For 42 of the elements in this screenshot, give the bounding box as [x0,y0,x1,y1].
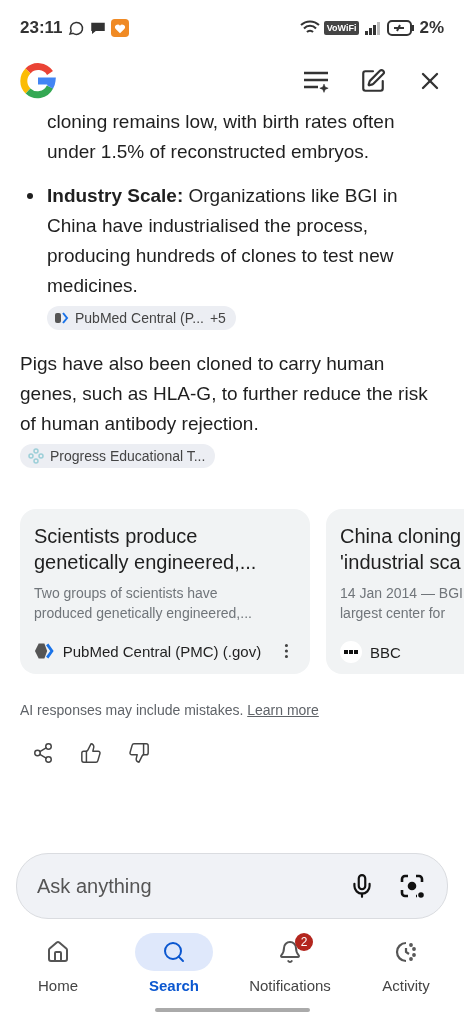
thumbs-up-icon[interactable] [80,742,102,764]
card-snippet: Two groups of scientists have produced genetically engineered,... [34,584,253,623]
nav-tab[interactable]: Activity [348,933,464,1003]
card-source: PubMed Central (PMC) (.gov) [62,642,262,660]
vowifi-badge: VoWiFi [323,20,360,35]
home-icon [46,940,70,964]
notification-badge: 2 [295,933,313,951]
battery-percent: 2% [419,17,444,38]
heart-app-icon [110,18,129,37]
disclaimer-text: AI responses may include mistakes. [20,702,244,718]
source-chip[interactable]: PubMed Central (P... +5 [47,306,236,331]
source-logo-icon [55,312,69,325]
source-card[interactable]: China cloning 'industrial sca 14 Jan 2014 — BGI largest center for BBC [326,509,464,674]
learn-more-link[interactable]: Learn more [247,702,319,718]
source-logo-icon [34,642,55,660]
source-chip[interactable]: Progress Educational T... [20,444,216,469]
camera-lens-icon[interactable] [399,873,425,899]
google-logo-icon [20,63,56,99]
clock-time: 23:11 [20,17,63,38]
source-logo-icon [340,641,362,663]
ask-field[interactable]: Ask anything [35,873,325,899]
source-card[interactable]: Scientists produce genetically engineered,... Two groups of scientists have produced genetically engineered,... PubMed Central (PMC) (.gov) [20,509,310,674]
edit-icon[interactable] [360,68,386,94]
answer-text: Industry Scale: Organizations like BGI in China have industrialised the process, producing hundreds of clones to test new medicines. [47,184,399,298]
share-icon[interactable] [32,742,54,764]
card-title: Scientists produce genetically engineered,... [34,524,258,575]
source-logo-icon [28,448,44,465]
search-icon [162,940,186,964]
card-source: BBC [370,643,401,661]
bullet-dot [27,193,33,199]
bell-icon [278,940,302,964]
answer-text: cloning remains low, with birth rates often under 1.5% of reconstructed embryos. [47,110,396,164]
battery-icon [387,19,416,36]
nav-tab[interactable]: 2 Notifications [232,933,348,1003]
nav-tab[interactable]: Home [0,933,116,1003]
thumbs-down-icon[interactable] [128,742,150,764]
card-snippet: 14 Jan 2014 — BGI largest center for [340,584,464,623]
nav-tab[interactable]: Search [116,933,232,1003]
ask-bar[interactable]: Ask anything [16,853,448,919]
activity-icon [394,940,418,964]
answer-paragraph: Pigs have also been cloned to carry human genes, such as HLA-G, to further reduce the risk of human antibody rejection. [20,352,429,436]
card-title: China cloning 'industrial sca [340,524,463,575]
